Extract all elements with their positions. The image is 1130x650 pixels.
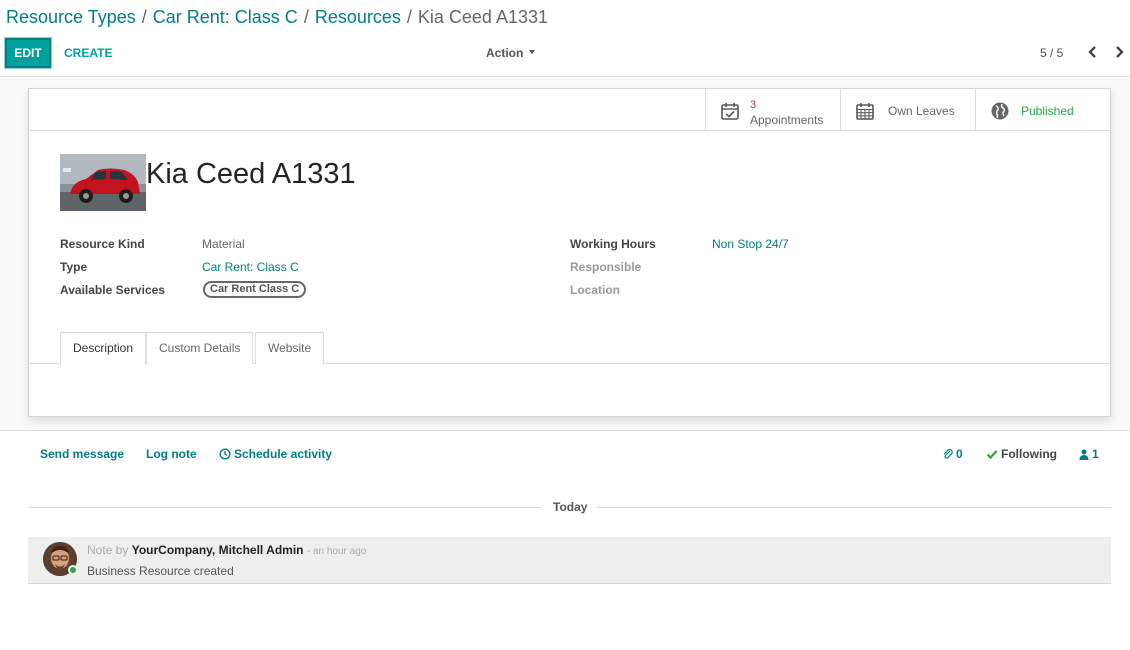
calendar-check-icon xyxy=(721,103,739,120)
breadcrumb-separator: / xyxy=(303,7,309,27)
appointments-label: Appointments xyxy=(750,113,824,127)
published-label: Published xyxy=(1021,104,1074,118)
attachments-count: 0 xyxy=(956,447,963,461)
chatter-topbar: Send message Log note Schedule activity … xyxy=(0,431,1130,477)
chevron-left-icon[interactable] xyxy=(1086,44,1100,60)
breadcrumb: Resource Types / Car Rent: Class C / Resourc… xyxy=(6,7,548,28)
caret-down-icon xyxy=(529,49,536,54)
message-date: - an hour ago xyxy=(306,546,367,557)
tab-website[interactable]: Website xyxy=(255,332,325,364)
field-label-working-hours: Working Hours xyxy=(570,237,656,251)
online-status-indicator xyxy=(68,565,78,575)
form-sheet: 3 Appointments Own Leaves Published Kia … xyxy=(28,88,1111,417)
calendar-icon xyxy=(856,103,874,120)
control-panel: Resource Types / Car Rent: Class C / Resourc… xyxy=(0,0,1130,77)
own-leaves-label: Own Leaves xyxy=(888,104,955,118)
send-message-button[interactable]: Send message xyxy=(40,447,124,461)
appointments-count: 3 xyxy=(750,99,757,111)
schedule-activity-label: Schedule activity xyxy=(234,447,333,461)
attachments-button[interactable]: 0 xyxy=(942,447,963,461)
chevron-right-icon[interactable] xyxy=(1112,44,1126,60)
notebook-tabs: Description Custom Details Website xyxy=(29,332,1110,365)
breadcrumb-separator: / xyxy=(406,7,412,27)
following-label: Following xyxy=(1001,447,1057,461)
smart-button-box: 3 Appointments Own Leaves Published xyxy=(29,89,1110,131)
message-type-prefix: Note by xyxy=(87,543,129,557)
breadcrumb-current: Kia Ceed A1331 xyxy=(417,7,548,27)
followers-count: 1 xyxy=(1092,447,1099,461)
schedule-activity-button[interactable]: Schedule activity xyxy=(219,447,332,461)
message-header: Note by YourCompany, Mitchell Admin - an… xyxy=(87,543,366,557)
appointments-button[interactable]: 3 Appointments xyxy=(705,89,840,131)
log-note-button[interactable]: Log note xyxy=(146,447,197,461)
record-title: Kia Ceed A1331 xyxy=(146,158,356,190)
date-divider-right xyxy=(596,507,1111,508)
breadcrumb-resource-types[interactable]: Resource Types xyxy=(6,7,136,27)
field-label-location: Location xyxy=(570,283,620,297)
pager-value[interactable]: 5 / 5 xyxy=(1040,46,1063,60)
field-label-type: Type xyxy=(60,260,88,274)
published-button[interactable]: Published xyxy=(975,89,1111,131)
date-separator-label: Today xyxy=(553,500,588,514)
check-icon xyxy=(986,449,998,459)
field-value-working-hours-link[interactable]: Non Stop 24/7 xyxy=(712,237,789,251)
breadcrumb-separator: / xyxy=(141,7,147,27)
field-label-available-services: Available Services xyxy=(60,283,165,297)
message-body: Business Resource created xyxy=(87,564,234,578)
breadcrumb-resources[interactable]: Resources xyxy=(315,7,401,27)
edit-button[interactable]: EDIT xyxy=(5,38,51,68)
create-button[interactable]: CREATE xyxy=(64,46,112,60)
globe-icon xyxy=(991,102,1009,120)
chatter-message: Note by YourCompany, Mitchell Admin - an… xyxy=(28,537,1111,584)
field-value-resource-kind: Material xyxy=(202,237,245,251)
followers-button[interactable]: 1 xyxy=(1079,447,1099,461)
clock-icon xyxy=(219,448,231,460)
field-label-resource-kind: Resource Kind xyxy=(60,237,145,251)
tab-description[interactable]: Description xyxy=(60,332,147,365)
action-dropdown[interactable]: Action xyxy=(486,46,536,60)
service-tag: Car Rent Class C xyxy=(203,281,307,298)
field-value-type-link[interactable]: Car Rent: Class C xyxy=(202,260,299,274)
following-button[interactable]: Following xyxy=(986,447,1057,461)
message-author[interactable]: YourCompany, Mitchell Admin xyxy=(132,543,304,557)
breadcrumb-resource-type[interactable]: Car Rent: Class C xyxy=(153,7,298,27)
date-divider-left xyxy=(28,507,542,508)
tab-custom-details[interactable]: Custom Details xyxy=(146,332,254,364)
action-label: Action xyxy=(486,46,524,60)
field-label-responsible: Responsible xyxy=(570,260,642,274)
user-icon xyxy=(1079,449,1089,460)
resource-image[interactable] xyxy=(60,154,146,211)
paperclip-icon xyxy=(943,448,953,459)
own-leaves-button[interactable]: Own Leaves xyxy=(840,89,975,131)
